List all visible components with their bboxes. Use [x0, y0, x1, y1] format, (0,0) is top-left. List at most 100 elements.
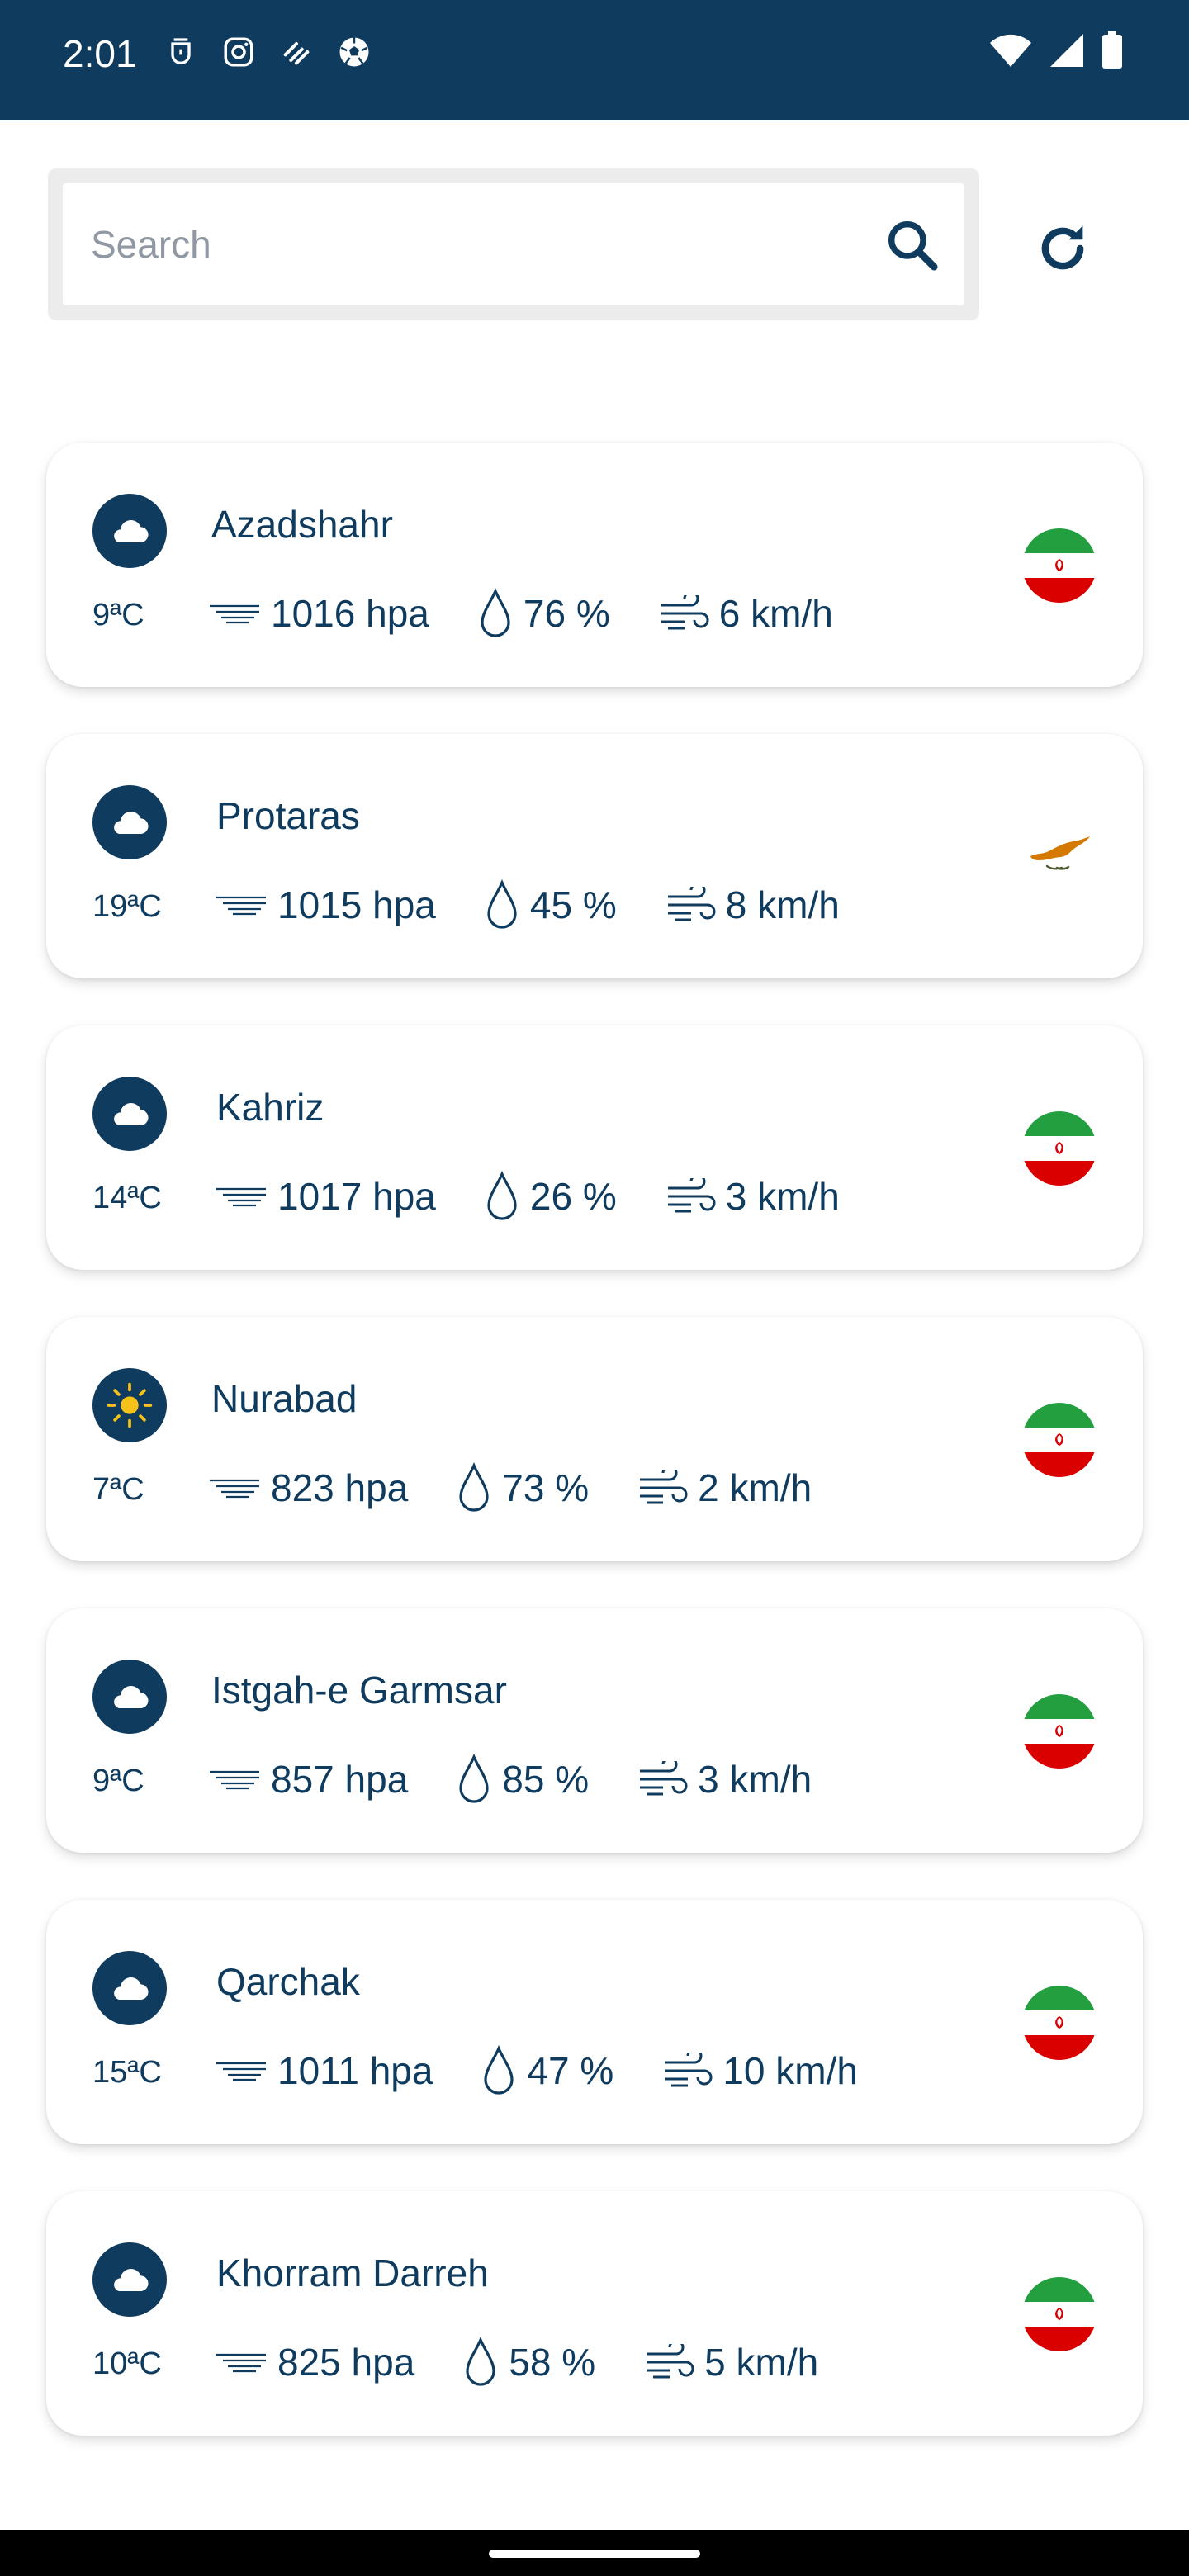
pressure-icon — [216, 2353, 266, 2373]
wind-value: 3 km/h — [698, 1758, 812, 1801]
city-card[interactable]: Azadshahr 9ªC 1016 hpa 76 % 6 km/h — [46, 443, 1143, 687]
navigation-bar — [0, 2530, 1189, 2576]
pressure-icon — [210, 1479, 259, 1499]
refresh-icon[interactable] — [1030, 216, 1095, 281]
wind-icon — [665, 2053, 713, 2087]
search-container — [48, 168, 979, 320]
city-name: Qarchak — [216, 1960, 360, 2003]
cyprus-flag-icon — [1022, 820, 1097, 894]
iran-flag-icon — [1022, 1111, 1097, 1186]
humidity-value: 45 % — [529, 883, 617, 926]
city-list: Azadshahr 9ªC 1016 hpa 76 % 6 km/h Prota… — [46, 443, 1143, 2483]
wind-value: 10 km/h — [722, 2049, 858, 2092]
temperature: 7ªC — [92, 1472, 144, 1507]
wind-icon — [667, 1178, 716, 1213]
soccer-icon — [335, 33, 373, 71]
pressure-value: 825 hpa — [277, 2341, 415, 2384]
app-icon — [277, 33, 315, 71]
sun-icon — [107, 1382, 153, 1428]
home-indicator[interactable] — [489, 2550, 700, 2558]
weather-icon — [92, 1951, 167, 2025]
weather-icon — [92, 785, 167, 859]
city-name: Azadshahr — [211, 503, 393, 546]
wifi-icon — [989, 32, 1032, 73]
weather-icon — [92, 494, 167, 568]
temperature: 14ªC — [92, 1181, 162, 1215]
city-name: Khorram Darreh — [216, 2252, 489, 2294]
signal-icon — [1049, 32, 1085, 73]
battery-icon — [1101, 31, 1123, 73]
weather-icon — [92, 1368, 167, 1442]
humidity-icon — [487, 1171, 517, 1220]
search-box — [63, 183, 964, 305]
iran-flag-icon — [1022, 2277, 1097, 2351]
wind-value: 6 km/h — [718, 592, 833, 635]
city-card[interactable]: Nurabad 7ªC 823 hpa 73 % 2 km/h — [46, 1317, 1143, 1561]
search-icon[interactable] — [882, 215, 943, 276]
pressure-icon — [216, 896, 266, 916]
pressure-icon — [216, 1187, 266, 1207]
weather-icon — [92, 1660, 167, 1734]
cloud-icon — [114, 1686, 149, 1709]
humidity-icon — [487, 879, 517, 929]
country-flag — [1022, 1694, 1097, 1769]
list-bottom-fade — [0, 2459, 1189, 2530]
pressure-icon — [216, 2062, 266, 2081]
status-time: 2:01 — [63, 32, 137, 75]
cloud-icon — [114, 812, 149, 835]
city-name: Nurabad — [211, 1377, 358, 1420]
country-flag — [1022, 1111, 1097, 1186]
search-input[interactable] — [91, 183, 834, 305]
country-flag — [1022, 528, 1097, 603]
pressure-icon — [210, 604, 259, 624]
humidity-value: 47 % — [527, 2049, 614, 2092]
city-card[interactable]: Protaras 19ªC 1015 hpa 45 % 8 km/h — [46, 734, 1143, 978]
humidity-value: 58 % — [509, 2341, 596, 2384]
wind-value: 5 km/h — [704, 2341, 819, 2384]
country-flag — [1022, 2277, 1097, 2351]
iran-flag-icon — [1022, 528, 1097, 603]
humidity-value: 85 % — [502, 1758, 590, 1801]
temperature: 19ªC — [92, 889, 162, 924]
wind-value: 2 km/h — [698, 1466, 812, 1509]
alarm-icon — [162, 33, 200, 71]
humidity-value: 26 % — [529, 1175, 617, 1218]
city-card[interactable]: Kahriz 14ªC 1017 hpa 26 % 3 km/h — [46, 1025, 1143, 1270]
pressure-value: 823 hpa — [271, 1466, 409, 1509]
wind-icon — [661, 595, 709, 630]
pressure-value: 1016 hpa — [271, 592, 429, 635]
weather-icon — [92, 1077, 167, 1151]
city-card[interactable]: Istgah-e Garmsar 9ªC 857 hpa 85 % 3 km/h — [46, 1608, 1143, 1853]
iran-flag-icon — [1022, 1986, 1097, 2060]
wind-icon — [640, 1761, 688, 1796]
status-bar: 2:01 — [0, 0, 1189, 120]
city-card[interactable]: Khorram Darreh 10ªC 825 hpa 58 % 5 km/h — [46, 2191, 1143, 2436]
country-flag — [1022, 820, 1097, 894]
instagram-icon — [220, 33, 258, 71]
wind-value: 3 km/h — [725, 1175, 840, 1218]
humidity-value: 73 % — [502, 1466, 590, 1509]
pressure-value: 1017 hpa — [277, 1175, 436, 1218]
wind-icon — [667, 887, 716, 921]
country-flag — [1022, 1986, 1097, 2060]
humidity-icon — [459, 1754, 489, 1803]
country-flag — [1022, 1403, 1097, 1477]
iran-flag-icon — [1022, 1403, 1097, 1477]
temperature: 10ªC — [92, 2346, 162, 2381]
city-name: Kahriz — [216, 1086, 324, 1129]
city-card[interactable]: Qarchak 15ªC 1011 hpa 47 % 10 km/h — [46, 1900, 1143, 2144]
city-name: Istgah-e Garmsar — [211, 1669, 507, 1712]
humidity-icon — [459, 1462, 489, 1512]
humidity-value: 76 % — [523, 592, 610, 635]
humidity-icon — [481, 588, 510, 637]
cloud-icon — [114, 1103, 149, 1126]
weather-icon — [92, 2242, 167, 2317]
wind-value: 8 km/h — [725, 883, 840, 926]
pressure-value: 857 hpa — [271, 1758, 409, 1801]
pressure-value: 1011 hpa — [277, 2049, 433, 2092]
temperature: 9ªC — [92, 598, 144, 632]
humidity-icon — [484, 2045, 514, 2095]
cloud-icon — [114, 1977, 149, 2001]
iran-flag-icon — [1022, 1694, 1097, 1769]
cloud-icon — [114, 520, 149, 543]
